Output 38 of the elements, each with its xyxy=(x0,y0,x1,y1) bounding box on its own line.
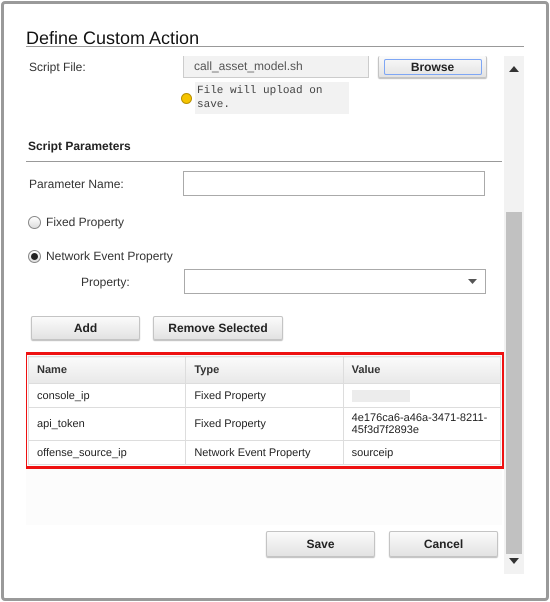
browse-button[interactable]: Browse xyxy=(378,56,487,78)
save-button[interactable]: Save xyxy=(266,531,375,557)
table-row[interactable]: api_token Fixed Property 4e176ca6-a46a-3471-8211-45f3d7f2893e xyxy=(28,408,500,440)
add-button[interactable]: Add xyxy=(31,316,140,340)
column-header[interactable]: Value xyxy=(343,356,500,384)
script-file-label: Script File: xyxy=(28,60,87,74)
table-cell: Fixed Property xyxy=(186,384,344,408)
radio-label: Fixed Property xyxy=(46,215,124,229)
parameter-name-field[interactable] xyxy=(183,171,485,196)
dialog-title: Define Custom Action xyxy=(26,27,200,46)
upload-note: File will upload on save. xyxy=(195,82,349,114)
table-cell: offense_source_ip xyxy=(28,440,186,464)
info-dot-icon xyxy=(181,92,192,104)
table-cell: console_ip xyxy=(28,384,186,408)
scroll-up-icon[interactable] xyxy=(509,66,519,72)
table-row[interactable]: console_ip Fixed Property xyxy=(28,384,500,408)
table-row[interactable]: offense_source_ip Network Event Property sourceip xyxy=(28,440,500,464)
column-header[interactable]: Type xyxy=(186,356,344,384)
section-title: Script Parameters xyxy=(27,139,132,153)
column-header[interactable]: Name xyxy=(28,356,186,384)
radio-button[interactable] xyxy=(28,250,41,262)
dropdown-caret-icon xyxy=(468,279,477,284)
table-cell: Fixed Property xyxy=(186,408,344,440)
table-cell: 4e176ca6-a46a-3471-8211-45f3d7f2893e xyxy=(343,408,500,440)
property-dropdown[interactable] xyxy=(184,269,486,294)
table-cell: sourceip xyxy=(343,440,500,464)
remove-selected-button[interactable]: Remove Selected xyxy=(153,316,283,340)
scrollbar[interactable] xyxy=(504,56,524,574)
table-cell: api_token xyxy=(28,408,186,440)
scroll-down-icon[interactable] xyxy=(509,558,519,564)
table-cell: Network Event Property xyxy=(186,440,344,464)
property-label: Property: xyxy=(80,274,131,288)
cancel-button[interactable]: Cancel xyxy=(389,531,498,557)
radio-label: Network Event Property xyxy=(46,249,173,263)
script-file-field[interactable]: call_asset_model.sh xyxy=(183,56,369,78)
radio-button[interactable] xyxy=(28,216,41,228)
parameter-name-label: Parameter Name: xyxy=(28,176,125,190)
scroll-thumb[interactable] xyxy=(506,212,522,554)
